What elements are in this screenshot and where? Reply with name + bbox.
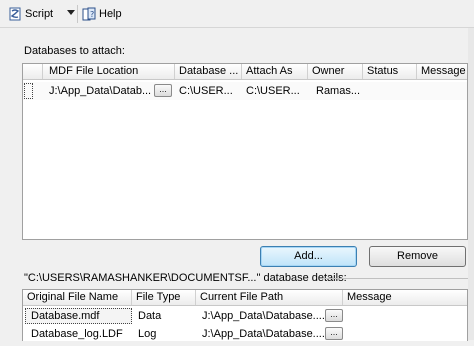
- column-header-original-file-name[interactable]: Original File Name: [23, 290, 132, 305]
- column-header-message[interactable]: Message: [417, 64, 467, 79]
- cell-message: [343, 325, 467, 341]
- cell-attach-as[interactable]: C:\USER...: [242, 82, 308, 100]
- cell-original-file-name[interactable]: Database.mdf: [25, 307, 132, 325]
- column-header-attach-as[interactable]: Attach As: [242, 64, 308, 79]
- cell-owner[interactable]: Ramas...: [308, 82, 363, 100]
- remove-button[interactable]: Remove: [369, 246, 466, 267]
- window-edge: [468, 28, 474, 340]
- cell-mdf-location[interactable]: J:\App_Data\Datab...: [43, 82, 155, 100]
- script-label: Script: [25, 8, 54, 20]
- table-row[interactable]: Database_log.LDF Log J:\App_Data\Databas…: [23, 325, 467, 341]
- help-label: Help: [99, 8, 122, 20]
- cell-status: [363, 82, 417, 100]
- table-row[interactable]: J:\App_Data\Datab... ... C:\USER... C:\U…: [23, 82, 467, 100]
- cell-file-type[interactable]: Log: [132, 325, 196, 341]
- databases-to-attach-grid[interactable]: MDF File Location Database ... Attach As…: [22, 63, 468, 240]
- row-focus-indicator: [24, 83, 33, 99]
- browse-mdf-button[interactable]: ...: [154, 84, 172, 97]
- cell-message: [343, 307, 467, 325]
- browse-file-path-button[interactable]: ...: [325, 309, 343, 322]
- details-grid-header: Original File Name File Type Current Fil…: [23, 290, 467, 306]
- browse-file-path-button[interactable]: ...: [325, 327, 343, 340]
- cell-message: [417, 82, 467, 100]
- script-icon: [9, 7, 21, 21]
- row-header-cell: [23, 64, 43, 79]
- cell-file-type[interactable]: Data: [132, 307, 196, 325]
- column-header-mdf-location[interactable]: MDF File Location: [43, 64, 175, 79]
- attach-grid-header: MDF File Location Database ... Attach As…: [23, 64, 467, 80]
- toolbar-separator: [77, 5, 78, 23]
- attach-section-label: Databases to attach:: [24, 45, 125, 57]
- database-details-grid[interactable]: Original File Name File Type Current Fil…: [22, 289, 468, 341]
- script-button[interactable]: Script: [8, 6, 53, 22]
- cell-database[interactable]: C:\USER...: [175, 82, 242, 100]
- cell-original-file-name[interactable]: Database_log.LDF: [25, 325, 132, 341]
- help-button[interactable]: ? Help: [82, 6, 122, 22]
- help-icon: ?: [82, 7, 96, 21]
- column-header-database[interactable]: Database ...: [175, 64, 242, 79]
- table-row[interactable]: Database.mdf Data J:\App_Data\Database..…: [23, 307, 467, 325]
- section-divider: [324, 278, 468, 279]
- toolbar: Script ? Help: [0, 0, 474, 28]
- cell-current-file-path[interactable]: J:\App_Data\Database....: [196, 325, 326, 341]
- details-section-label: "C:\USERS\RAMASHANKER\DOCUMENTSF..." dat…: [24, 272, 347, 284]
- script-dropdown-icon[interactable]: [67, 10, 75, 15]
- column-header-file-type[interactable]: File Type: [132, 290, 196, 305]
- cell-current-file-path[interactable]: J:\App_Data\Database....: [196, 307, 326, 325]
- column-header-status[interactable]: Status: [363, 64, 417, 79]
- column-header-owner[interactable]: Owner: [308, 64, 363, 79]
- column-header-details-message[interactable]: Message: [343, 290, 467, 305]
- column-header-current-file-path[interactable]: Current File Path: [196, 290, 343, 305]
- add-button[interactable]: Add...: [260, 246, 357, 267]
- svg-text:?: ?: [90, 10, 94, 19]
